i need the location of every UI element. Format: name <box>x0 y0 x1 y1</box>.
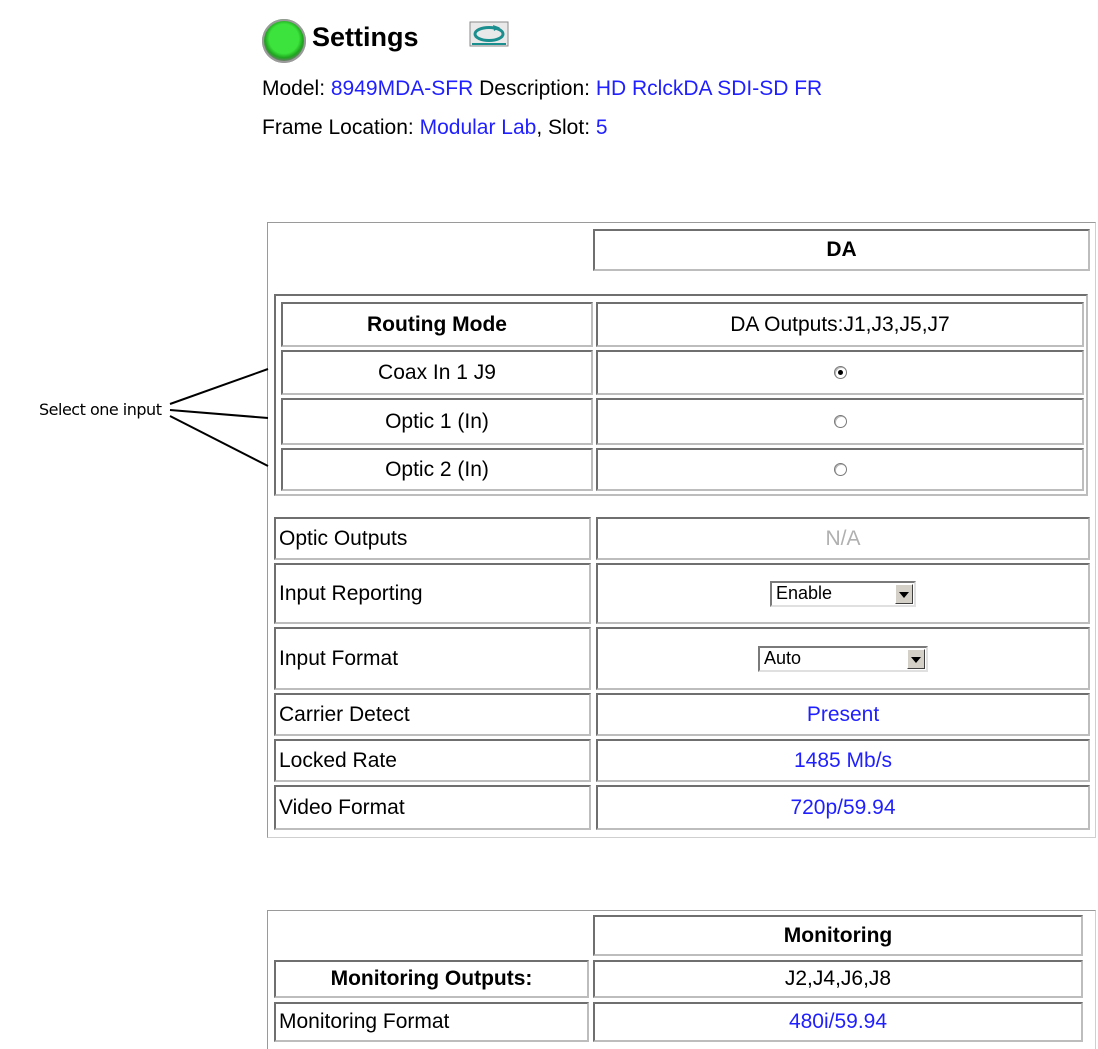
description-label: Description: <box>479 77 590 100</box>
monitoring-outputs-value: J2,J4,J6,J8 <box>593 960 1083 998</box>
input-option-optic-1[interactable] <box>596 398 1084 445</box>
da-outputs-header: DA Outputs:J1,J3,J5,J7 <box>596 302 1084 347</box>
da-column-header: DA <box>593 229 1090 271</box>
input-option-coax-in-1[interactable] <box>596 350 1084 395</box>
carrier-detect-label: Carrier Detect <box>274 693 591 736</box>
description-value: HD RclckDA SDI-SD FR <box>595 77 823 100</box>
model-info-line: Model: 8949MDA-SFR Description: HD Rclck… <box>262 77 822 101</box>
input-format-cell: Auto <box>596 627 1090 690</box>
input-reporting-label: Input Reporting <box>274 563 591 624</box>
slot-label: , Slot: <box>536 116 591 139</box>
video-format-label: Video Format <box>274 785 591 830</box>
frame-info-line: Frame Location: Modular Lab, Slot: 5 <box>262 116 608 140</box>
radio-coax-in-1[interactable] <box>833 366 847 379</box>
frame-location-value: Modular Lab <box>419 116 537 139</box>
model-value: 8949MDA-SFR <box>330 77 474 100</box>
slot-value: 5 <box>595 116 608 139</box>
select-one-input-callout: Select one input <box>39 400 162 419</box>
monitoring-column-header: Monitoring <box>593 915 1083 956</box>
radio-optic-2[interactable] <box>833 463 847 476</box>
input-reporting-select[interactable]: Enable <box>770 580 916 607</box>
carrier-detect-value: Present <box>596 693 1090 736</box>
video-format-value: 720p/59.94 <box>596 785 1090 830</box>
input-reporting-selected: Enable <box>776 583 833 603</box>
page-title: Settings <box>312 22 419 52</box>
input-format-selected: Auto <box>764 648 802 668</box>
optic-outputs-value: N/A <box>596 517 1090 560</box>
monitoring-format-label: Monitoring Format <box>274 1002 589 1042</box>
chevron-down-icon[interactable] <box>907 648 925 669</box>
radio-optic-1[interactable] <box>833 415 847 428</box>
monitoring-outputs-label: Monitoring Outputs: <box>274 960 589 998</box>
locked-rate-value: 1485 Mb/s <box>596 739 1090 782</box>
input-label-optic-1: Optic 1 (In) <box>281 398 593 445</box>
input-reporting-cell: Enable <box>596 563 1090 624</box>
chevron-down-icon[interactable] <box>895 583 913 604</box>
optic-outputs-label: Optic Outputs <box>274 517 591 560</box>
refresh-icon[interactable] <box>469 21 509 47</box>
routing-mode-header: Routing Mode <box>281 302 593 347</box>
input-option-optic-2[interactable] <box>596 448 1084 491</box>
input-format-select[interactable]: Auto <box>758 645 928 672</box>
input-label-coax-in-1: Coax In 1 J9 <box>281 350 593 395</box>
locked-rate-label: Locked Rate <box>274 739 591 782</box>
input-label-optic-2: Optic 2 (In) <box>281 448 593 491</box>
input-format-label: Input Format <box>274 627 591 690</box>
monitoring-format-value: 480i/59.94 <box>593 1002 1083 1042</box>
